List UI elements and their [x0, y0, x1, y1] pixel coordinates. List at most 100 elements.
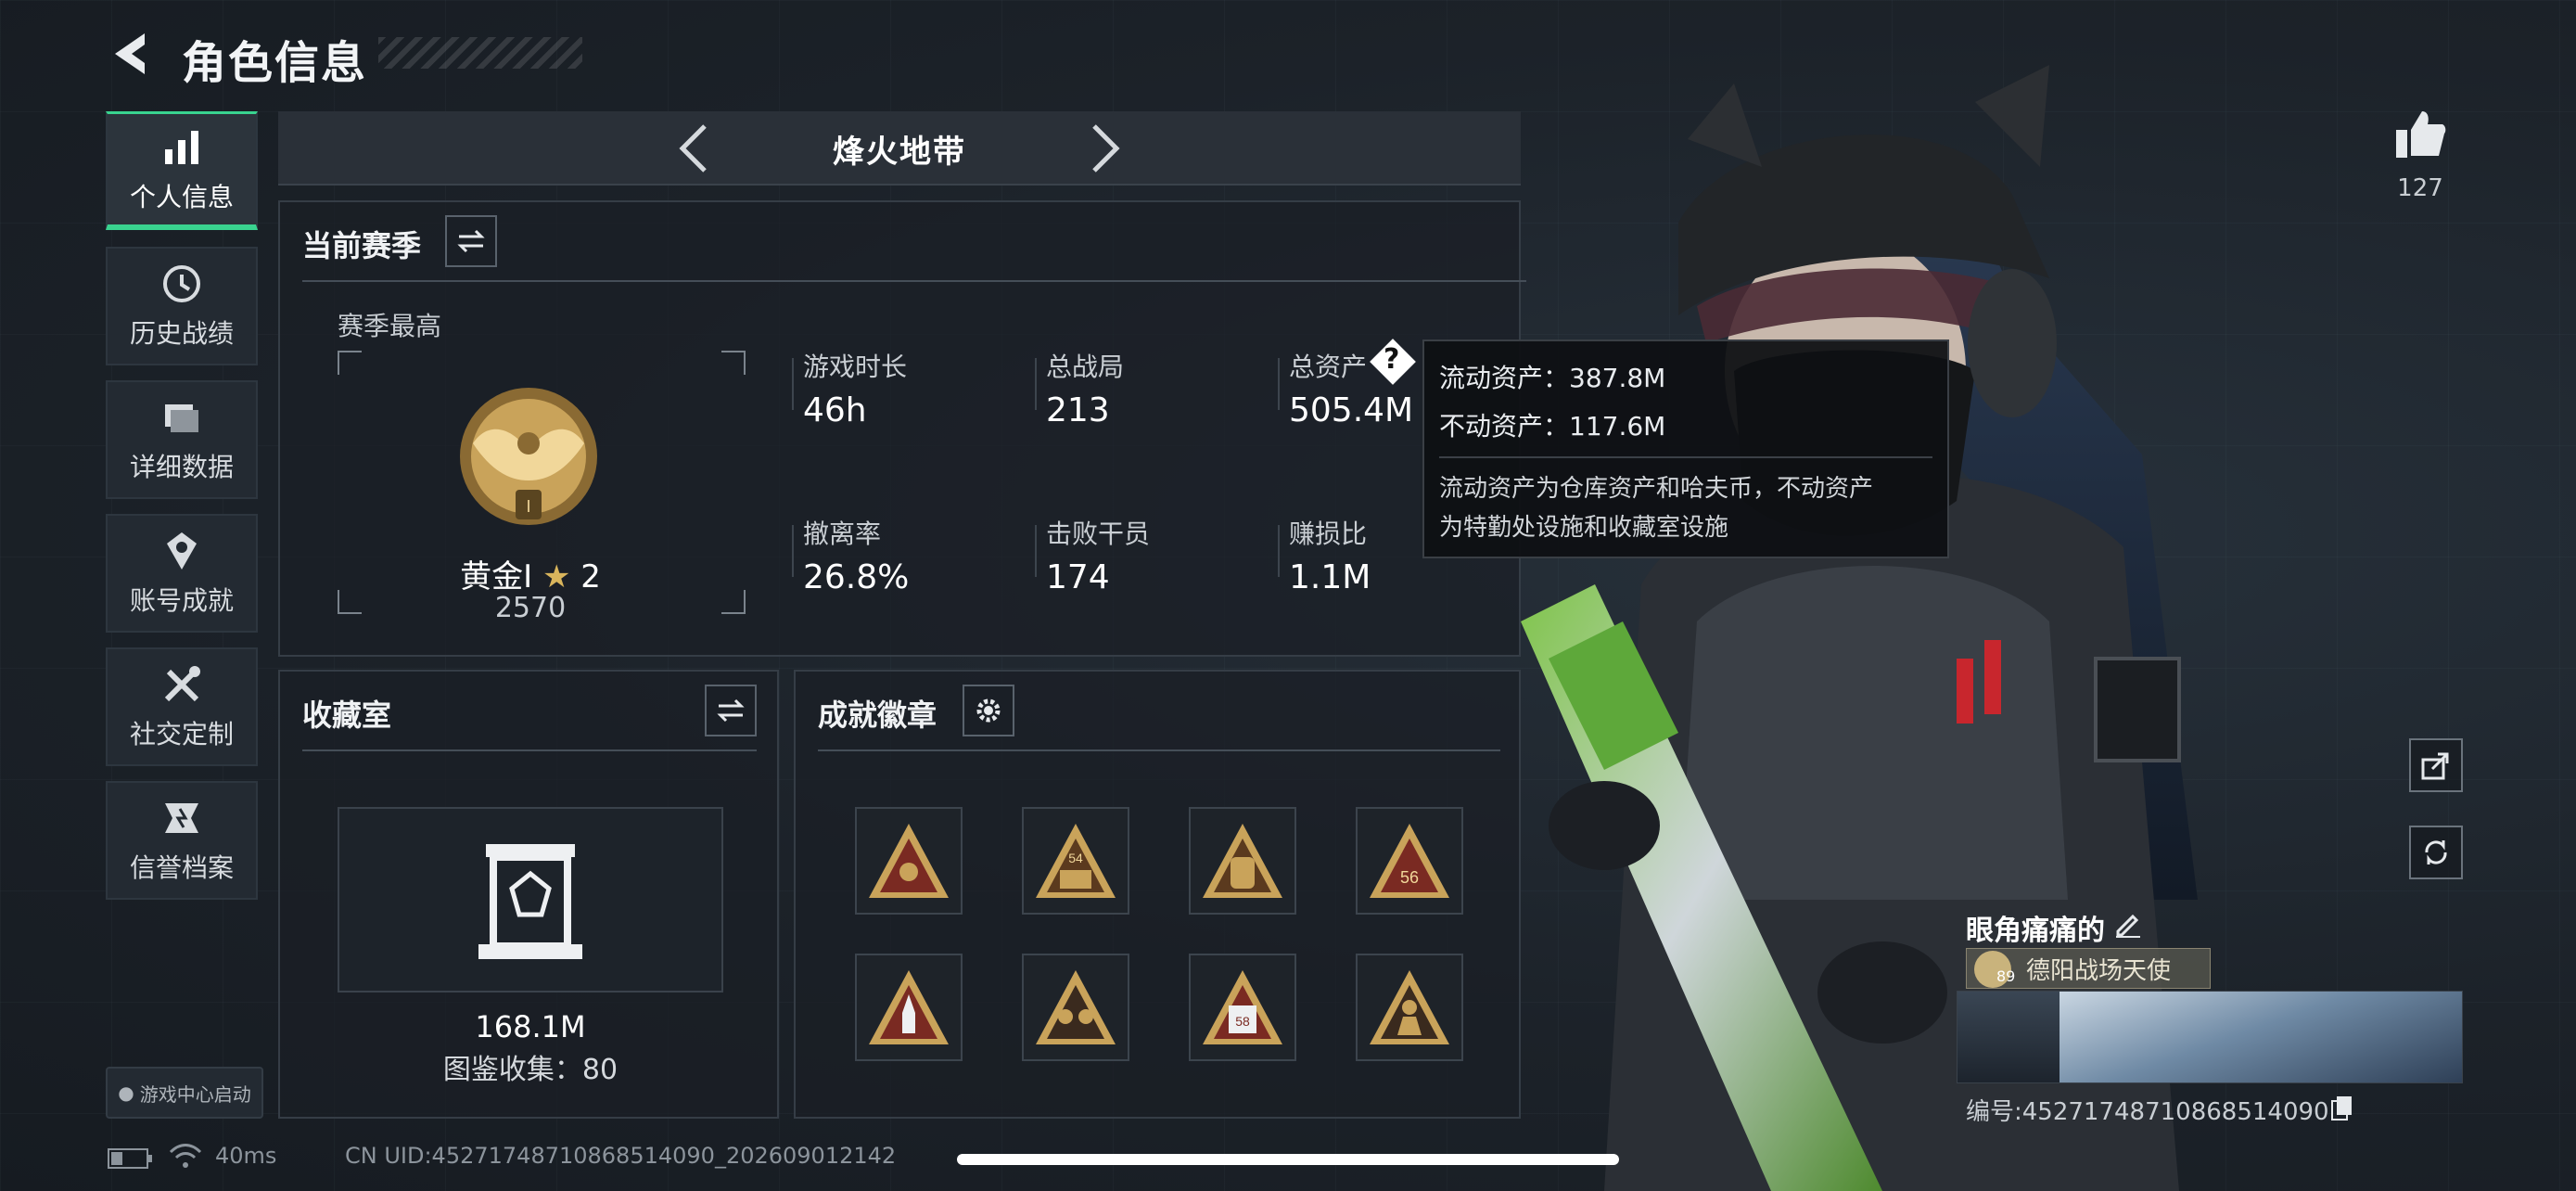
stat-value-matches: 213 [1046, 391, 1110, 429]
nav-item-achievements[interactable]: 账号成就 [106, 514, 258, 633]
badge-item[interactable]: 54 [1022, 807, 1129, 915]
rank-line: 黄金I ★ 2 [280, 551, 781, 596]
nav-item-detailed-data[interactable]: 详细数据 [106, 380, 258, 499]
divider [302, 749, 757, 751]
bar-chart-icon [165, 130, 198, 164]
nav-label: 个人信息 [129, 181, 234, 212]
divider [302, 280, 1526, 282]
user-icon: ● [118, 1082, 134, 1104]
tooltip-fixed-assets: 不动资产：117.6M [1439, 411, 1666, 442]
badge-item[interactable] [1356, 954, 1463, 1061]
player-name: 眼角痛痛的 [1966, 915, 2105, 947]
banner-artwork [2060, 992, 2462, 1082]
thumbs-up-icon[interactable] [2392, 106, 2448, 161]
rank-name: 黄金I [460, 558, 533, 596]
mode-title: 烽火地带 [833, 134, 966, 171]
game-center-label: 游戏中心启动 [139, 1082, 251, 1106]
ping-text: 40ms [215, 1143, 277, 1169]
badge-item[interactable] [1022, 954, 1129, 1061]
divider [1278, 525, 1280, 577]
badge-item[interactable] [855, 954, 963, 1061]
profile-banner[interactable] [1957, 991, 2463, 1083]
badge-item[interactable] [1189, 807, 1296, 915]
banner-portrait [1958, 992, 2060, 1082]
frame-corner [338, 351, 362, 375]
tooltip-liquid-assets: 流动资产：387.8M [1439, 363, 1666, 393]
credit-icon [165, 803, 198, 833]
svg-text:I: I [526, 497, 530, 516]
copy-icon[interactable] [2329, 1095, 2355, 1121]
tooltip-desc-line1: 流动资产为仓库资产和哈夫币，不动资产 [1439, 475, 1874, 503]
stat-value-total-assets: 505.4M [1289, 391, 1414, 429]
svg-text:58: 58 [1235, 1014, 1250, 1029]
rocket-badge-icon [869, 970, 949, 1044]
badge-settings-button[interactable] [963, 685, 1014, 736]
nav-label: 账号成就 [129, 585, 234, 616]
collection-value: 168.1M [475, 1009, 586, 1044]
share-button[interactable] [2409, 738, 2463, 792]
badges-title: 成就徽章 [818, 698, 937, 733]
help-icon-glyph: ? [1384, 343, 1400, 376]
refresh-button[interactable] [2409, 826, 2463, 879]
refresh-icon [2425, 840, 2447, 864]
share-icon [2421, 752, 2449, 780]
badge-item[interactable]: 58 [1189, 954, 1296, 1061]
stat-label-profit-ratio: 赚损比 [1289, 519, 1368, 549]
page-title: 角色信息 [182, 37, 368, 89]
folder-icon [165, 404, 198, 432]
back-arrow-icon[interactable] [104, 26, 159, 82]
rank-score: 2570 [494, 592, 567, 624]
divider [792, 525, 794, 577]
svg-text:56: 56 [1400, 868, 1419, 887]
achievement-icon [167, 532, 197, 570]
nav-label: 历史战绩 [129, 318, 234, 349]
stat-value-kills: 174 [1046, 558, 1110, 596]
game-center-button[interactable]: ● 游戏中心启动 [106, 1067, 263, 1119]
badge-item[interactable] [855, 807, 963, 915]
stat-label-total-assets: 总资产 [1289, 352, 1368, 382]
gear-icon [976, 698, 1001, 723]
tools-icon [164, 666, 200, 702]
divider [818, 749, 1500, 751]
swap-icon [457, 229, 485, 253]
calendar-badge-icon: 58 [1203, 970, 1282, 1044]
stat-value-profit-ratio: 1.1M [1289, 558, 1371, 596]
chevron-right-icon[interactable] [1076, 121, 1131, 176]
stat-label-extraction-rate: 撤离率 [803, 519, 882, 549]
stat-label-playtime: 游戏时长 [803, 352, 908, 382]
edit-icon[interactable] [2112, 909, 2142, 939]
title-badge[interactable]: 89 德阳战场天使 [1966, 948, 2211, 989]
nav-label: 详细数据 [129, 452, 234, 482]
divider [1439, 456, 1932, 458]
title-badge-text: 德阳战场天使 [2026, 956, 2172, 985]
stat-label-kills: 击败干员 [1046, 519, 1151, 549]
badge-item[interactable]: 56 [1356, 807, 1463, 915]
nav-item-personal-info[interactable]: 个人信息 [106, 111, 258, 230]
eye-triangle-badge-icon [869, 824, 949, 898]
gold-rank-emblem-icon: I [460, 388, 597, 525]
stat-value-playtime: 46h [803, 391, 867, 429]
soldier-badge-icon [1370, 970, 1449, 1044]
rank-stars: 2 [580, 558, 601, 596]
player-level: 89 [1996, 967, 2016, 985]
star-icon: ★ [542, 558, 571, 596]
badges-panel: 成就徽章 54 56 58 [794, 670, 1521, 1119]
svg-text:54: 54 [1068, 851, 1083, 865]
home-indicator[interactable] [957, 1154, 1619, 1165]
wifi-icon [169, 1144, 202, 1168]
season-title: 当前赛季 [302, 228, 422, 263]
switch-collection-button[interactable] [705, 685, 757, 736]
tooltip-desc-line2: 为特勤处设施和收藏室设施 [1439, 514, 1729, 542]
nav-item-credit[interactable]: 信誉档案 [106, 781, 258, 900]
season-best-label: 赛季最高 [338, 311, 442, 341]
switch-season-button[interactable] [445, 215, 497, 267]
history-icon [163, 265, 200, 302]
nav-item-social[interactable]: 社交定制 [106, 647, 258, 766]
nav-item-history[interactable]: 历史战绩 [106, 247, 258, 365]
nav-label: 社交定制 [129, 719, 234, 749]
display-case-icon [478, 844, 582, 959]
divider [1035, 358, 1037, 410]
squad-badge-icon [1036, 970, 1116, 1044]
divider [1035, 525, 1037, 577]
crate-badge-icon: 54 [1036, 824, 1116, 898]
